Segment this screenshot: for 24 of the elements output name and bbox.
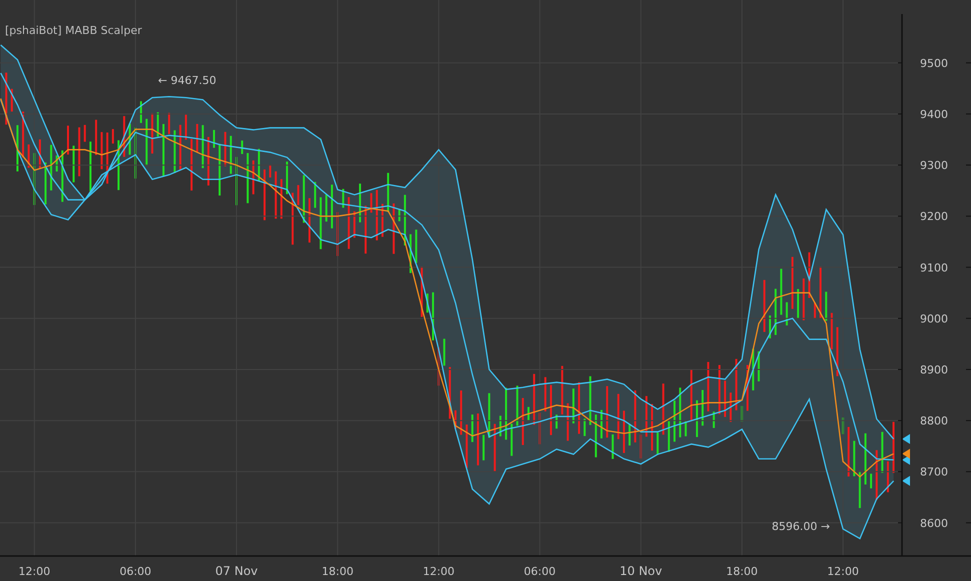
axis-label: 18:00	[322, 565, 354, 578]
axis-label: 07 Nov	[215, 564, 258, 578]
axis-label: 8700	[920, 466, 948, 479]
axis-label: 8800	[920, 414, 948, 428]
chart-title: [pshaiBot] MABB Scalper	[5, 24, 142, 37]
axis-label: 12:00	[422, 565, 455, 578]
axis-label: 9300	[920, 159, 948, 172]
axis-label: 9100	[920, 261, 948, 274]
axis-label: 06:00	[120, 565, 152, 578]
price-label: 8596.00 →	[772, 520, 830, 533]
axis-label: 9400	[920, 108, 948, 121]
axis-label: 06:00	[524, 565, 556, 578]
axis-label: 12:00	[827, 565, 859, 578]
axis-label: 9500	[920, 56, 948, 70]
axis-label: 10 Nov	[620, 564, 662, 578]
axis-label: 12:00	[18, 565, 50, 578]
price-marker-icon	[902, 434, 910, 444]
axis-label: 9000	[920, 312, 948, 326]
axis-label: 8600	[920, 516, 948, 530]
axis-label: 9200	[920, 210, 948, 224]
axis-label: 8900	[920, 363, 948, 376]
price-label: ← 9467.50	[158, 74, 216, 87]
price-marker-icon	[902, 476, 910, 486]
axis-label: 18:00	[726, 565, 758, 578]
